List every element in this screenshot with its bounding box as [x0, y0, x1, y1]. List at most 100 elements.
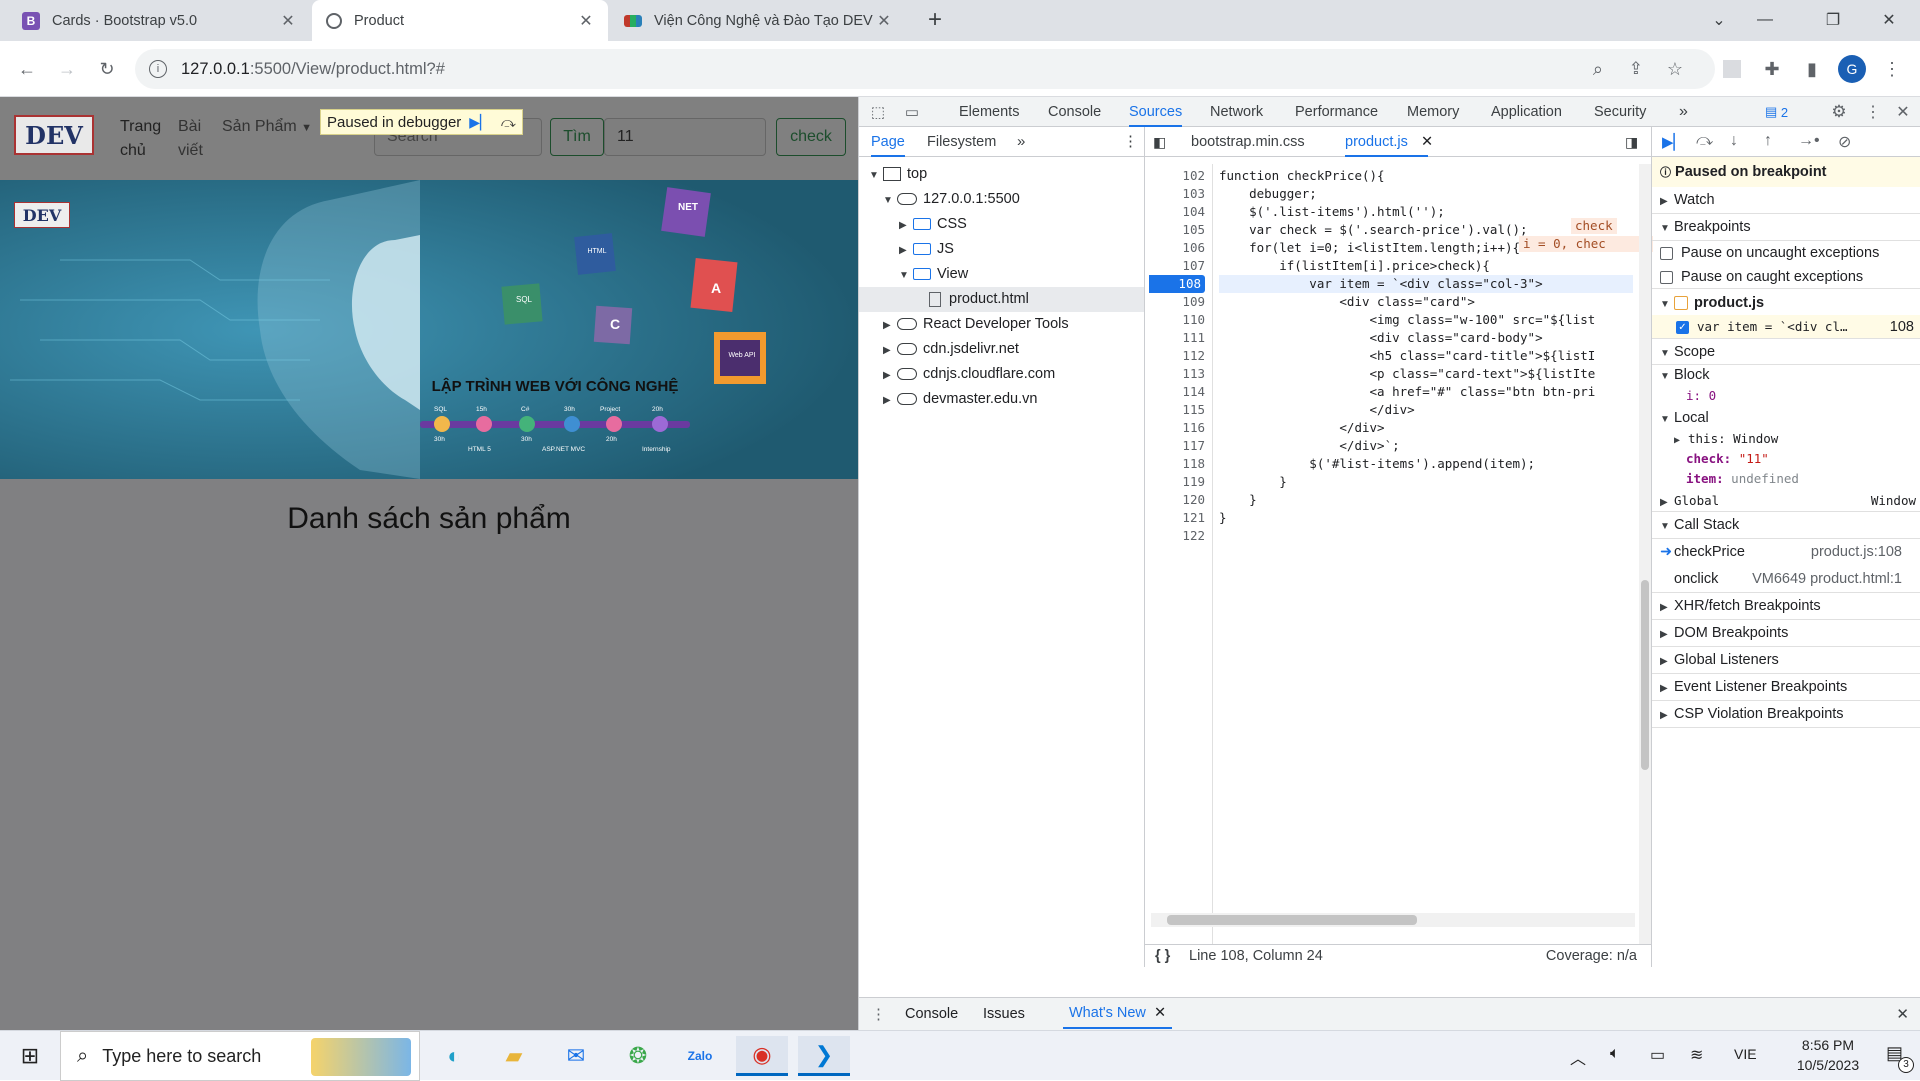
file-explorer-icon[interactable]: ▰: [488, 1036, 540, 1076]
language-indicator[interactable]: VIE: [1734, 1046, 1757, 1062]
section-csp-violation-breakpoints[interactable]: ▶ CSP Violation Breakpoints: [1652, 701, 1920, 728]
restore-icon[interactable]: ❐: [1810, 0, 1856, 40]
tree-item-product-html[interactable]: product.html: [859, 287, 1144, 312]
tab-application[interactable]: Application: [1491, 97, 1562, 127]
device-toolbar-icon[interactable]: ▭: [903, 103, 921, 121]
line-number[interactable]: 110: [1145, 311, 1205, 329]
call-frame-onclick[interactable]: onclick VM6649 product.html:1: [1652, 566, 1920, 593]
line-number[interactable]: 115: [1145, 401, 1205, 419]
checked-checkbox-icon[interactable]: ✓: [1676, 320, 1689, 334]
line-number[interactable]: 111: [1145, 329, 1205, 347]
navigator-menu-icon[interactable]: ⋮: [1123, 127, 1138, 157]
scroll-thumb[interactable]: [1641, 580, 1649, 770]
editor-tab-product-js[interactable]: product.js: [1345, 127, 1428, 157]
browser-tab-dev[interactable]: Viện Công Nghệ và Đào Tạo DEV ✕: [610, 0, 906, 41]
tree-item-view[interactable]: ▼ View: [899, 262, 968, 287]
line-number[interactable]: 120: [1145, 491, 1205, 509]
address-bar[interactable]: i 127.0.0.1:5500/View/product.html?# ⌕ ⇪…: [135, 49, 1715, 89]
tree-item-localhost[interactable]: ▼ 127.0.0.1:5500: [883, 187, 1020, 212]
mail-icon[interactable]: ✉: [550, 1036, 602, 1076]
settings-gear-icon[interactable]: ⚙: [1829, 102, 1849, 122]
line-number[interactable]: 121: [1145, 509, 1205, 527]
tree-item-jsdelivr[interactable]: ▶ cdn.jsdelivr.net: [883, 337, 1019, 362]
drawer-tab-issues[interactable]: Issues: [983, 1006, 1025, 1022]
scope-block[interactable]: ▼ Block: [1652, 365, 1920, 386]
close-drawer-tab-icon[interactable]: ✕: [1154, 1005, 1166, 1021]
tab-search-icon[interactable]: ⌄: [1696, 0, 1742, 40]
line-number[interactable]: 104: [1145, 203, 1205, 221]
inspect-element-icon[interactable]: ⬚: [869, 103, 887, 121]
tab-network[interactable]: Network: [1210, 97, 1263, 127]
breakpoint-entry[interactable]: ✓ var item = `<div cl… 108: [1652, 315, 1920, 339]
puzzle-icon[interactable]: ✚: [1758, 55, 1786, 83]
line-number[interactable]: 102: [1145, 167, 1205, 185]
battery-icon[interactable]: ▭: [1650, 1045, 1665, 1065]
section-xhr-breakpoints[interactable]: ▶ XHR/fetch Breakpoints: [1652, 593, 1920, 620]
zalo-icon[interactable]: Zalo: [674, 1036, 726, 1076]
line-number[interactable]: 116: [1145, 419, 1205, 437]
horizontal-scrollbar[interactable]: [1151, 913, 1635, 927]
close-tab-icon[interactable]: ✕: [876, 11, 892, 31]
drawer-tab-console[interactable]: Console: [905, 1006, 958, 1022]
section-call-stack[interactable]: ▼ Call Stack: [1652, 512, 1920, 539]
back-icon[interactable]: ←: [13, 55, 41, 83]
line-number[interactable]: 112: [1145, 347, 1205, 365]
pretty-print-icon[interactable]: { }: [1155, 945, 1170, 968]
tab-memory[interactable]: Memory: [1407, 97, 1459, 127]
toggle-navigator-icon[interactable]: ◧: [1153, 127, 1166, 157]
line-number[interactable]: 103: [1145, 185, 1205, 203]
resume-icon[interactable]: ▶▏: [1662, 133, 1685, 151]
new-tab-button[interactable]: +: [912, 0, 958, 40]
scope-global[interactable]: ▶ Global Window: [1652, 489, 1920, 512]
line-number[interactable]: 107: [1145, 257, 1205, 275]
scope-var-this[interactable]: ▶ this: Window: [1652, 429, 1920, 449]
line-number[interactable]: 119: [1145, 473, 1205, 491]
nav-home[interactable]: Trang chủ: [120, 115, 162, 163]
line-number[interactable]: 109: [1145, 293, 1205, 311]
drawer-tab-whats-new[interactable]: What's New ✕: [1063, 998, 1173, 1029]
tree-item-react-devtools[interactable]: ▶ React Developer Tools: [883, 312, 1069, 337]
issues-counter[interactable]: ▤ 2: [1765, 103, 1788, 121]
pause-caught-checkbox[interactable]: Pause on caught exceptions: [1652, 265, 1920, 289]
close-tab-icon[interactable]: ✕: [280, 11, 296, 31]
price-input[interactable]: 11: [604, 118, 766, 156]
chrome-icon[interactable]: ◉: [736, 1036, 788, 1076]
site-logo[interactable]: DEV: [14, 115, 94, 155]
toggle-debugger-icon[interactable]: ◨: [1625, 127, 1638, 157]
step-icon[interactable]: →•: [1798, 132, 1820, 150]
line-number[interactable]: 114: [1145, 383, 1205, 401]
section-breakpoints[interactable]: ▼ Breakpoints: [1652, 214, 1920, 241]
forward-icon[interactable]: →: [53, 55, 81, 83]
tab-sources[interactable]: Sources: [1129, 97, 1183, 127]
hscroll-thumb[interactable]: [1167, 915, 1417, 925]
wifi-icon[interactable]: ≋: [1690, 1045, 1703, 1065]
clock[interactable]: 8:56 PM 10/5/2023: [1778, 1035, 1878, 1075]
vertical-scrollbar[interactable]: [1639, 164, 1651, 944]
windows-start-icon[interactable]: ⊞: [4, 1036, 56, 1076]
extension-icon[interactable]: [1718, 55, 1746, 83]
show-hidden-icons[interactable]: ︿: [1570, 1045, 1586, 1069]
breakpoint-file[interactable]: ▼ product.js: [1652, 291, 1920, 315]
tree-item-css[interactable]: ▶ CSS: [899, 212, 967, 237]
browser-tab-bootstrap[interactable]: B Cards · Bootstrap v5.0 ✕: [8, 0, 310, 41]
tab-filesystem[interactable]: Filesystem: [927, 127, 996, 157]
line-number[interactable]: 106: [1145, 239, 1205, 257]
reload-icon[interactable]: ↻: [93, 55, 121, 83]
close-drawer-icon[interactable]: ✕: [1896, 1005, 1909, 1023]
devtools-menu-icon[interactable]: ⋮: [1863, 102, 1883, 122]
step-over-icon[interactable]: ⤼: [501, 114, 516, 131]
line-number[interactable]: 117: [1145, 437, 1205, 455]
close-window-icon[interactable]: ✕: [1866, 0, 1912, 40]
close-devtools-icon[interactable]: ✕: [1893, 102, 1913, 122]
more-tabs-icon[interactable]: »: [1679, 97, 1688, 127]
step-out-icon[interactable]: ↑: [1764, 132, 1772, 150]
tree-item-js[interactable]: ▶ JS: [899, 237, 954, 262]
vscode-icon[interactable]: ❯: [798, 1036, 850, 1076]
line-number[interactable]: 118: [1145, 455, 1205, 473]
zoom-icon[interactable]: ⌕: [1593, 59, 1603, 80]
edge-icon[interactable]: ◐: [428, 1036, 480, 1076]
info-icon[interactable]: i: [149, 60, 167, 78]
tab-elements[interactable]: Elements: [959, 97, 1019, 127]
step-over-icon[interactable]: ⤼: [1696, 132, 1713, 150]
volume-icon[interactable]: 🔈︎: [1610, 1045, 1620, 1063]
